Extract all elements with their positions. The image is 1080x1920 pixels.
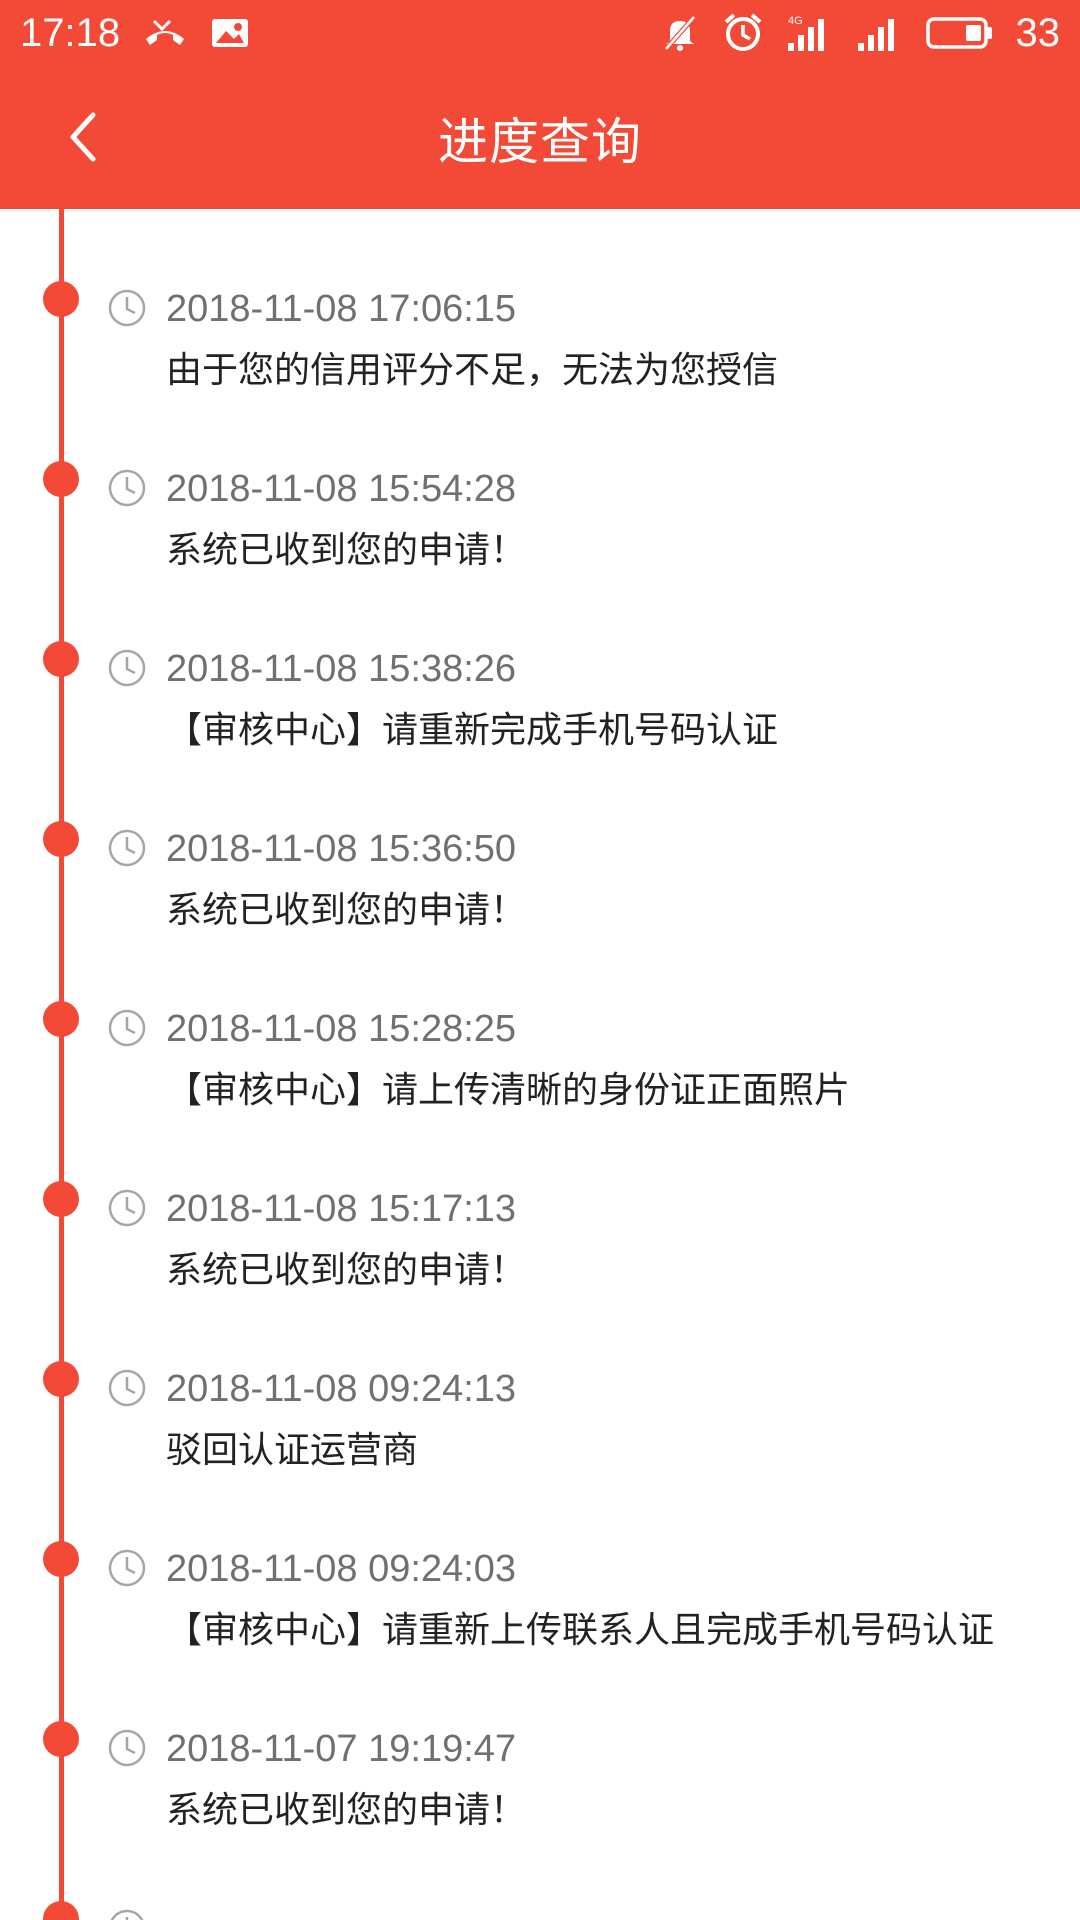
clock-icon [108, 469, 146, 507]
clock-icon [108, 1189, 146, 1227]
image-notification-icon [210, 17, 250, 49]
app-bar: 进度查询 [0, 66, 1080, 209]
timeline-entry: 2018-11-08 17:06:15 由于您的信用评分不足，无法为您授信 [0, 209, 1080, 391]
clock-icon [108, 1729, 146, 1767]
status-bar: 17:18 4G 33 [0, 0, 1080, 66]
entry-timestamp: 2018-11-07 19:19:47 [166, 1728, 517, 1770]
clock-icon [108, 1549, 146, 1587]
progress-timeline: 2018-11-08 17:06:15 由于您的信用评分不足，无法为您授信 20… [0, 209, 1080, 1920]
entry-message: 由于您的信用评分不足，无法为您授信 [166, 350, 779, 391]
timeline-dot [43, 1721, 79, 1757]
timeline-entry: 2018-11-07 19:19:47 系统已收到您的申请！ [0, 1649, 1080, 1831]
entry-timestamp: 2018-11-08 09:24:13 [166, 1368, 517, 1410]
timeline-dot [43, 461, 79, 497]
timeline-dot [43, 1361, 79, 1397]
entry-message: 【审核中心】请重新完成手机号码认证 [166, 710, 779, 751]
entry-timestamp: 2018-11-08 15:36:50 [166, 828, 517, 870]
timeline-entry: 2018-11-08 15:17:13 系统已收到您的申请！ [0, 1109, 1080, 1291]
entry-message: 【审核中心】请上传清晰的身份证正面照片 [166, 1070, 851, 1111]
timeline-entry: 2018-11-08 15:28:25 【审核中心】请上传清晰的身份证正面照片 [0, 929, 1080, 1111]
clock-icon [108, 829, 146, 867]
mute-icon [660, 13, 700, 53]
entry-timestamp: 2018-11-08 15:28:25 [166, 1008, 517, 1050]
timeline-entry: 2018-11-08 09:24:03 【审核中心】请重新上传联系人且完成手机号… [0, 1469, 1080, 1651]
entry-timestamp: 2018-11-08 15:17:13 [166, 1188, 517, 1230]
missed-call-icon [142, 17, 188, 49]
timeline-entry: 2018-11-08 15:38:26 【审核中心】请重新完成手机号码认证 [0, 569, 1080, 751]
clock-icon [108, 649, 146, 687]
entry-timestamp: 2018-11-08 15:38:26 [166, 648, 517, 690]
clock-icon [110, 1909, 144, 1920]
status-time: 17:18 [20, 10, 121, 55]
battery-icon [925, 15, 994, 51]
entry-timestamp: 2018-11-08 15:54:28 [166, 468, 517, 510]
clock-icon [108, 1009, 146, 1047]
signal-4g-icon: 4G [786, 13, 834, 53]
entry-timestamp: 2018-11-08 09:24:03 [166, 1548, 517, 1590]
timeline-dot [43, 641, 79, 677]
entry-message: 驳回认证运营商 [166, 1430, 419, 1471]
timeline-dot [43, 821, 79, 857]
timeline-dot [43, 281, 79, 317]
alarm-icon [722, 12, 764, 54]
timeline-entry: 2018-11-08 09:24:13 驳回认证运营商 [0, 1289, 1080, 1471]
timeline-dot [43, 1001, 79, 1037]
timeline-dot [43, 1181, 79, 1217]
timeline-dot [43, 1901, 79, 1920]
entry-message: 【审核中心】请重新上传联系人且完成手机号码认证 [166, 1610, 995, 1651]
page-title: 进度查询 [438, 112, 642, 171]
entry-message: 系统已收到您的申请！ [166, 530, 527, 571]
timeline-entry-partial [0, 1829, 1080, 1920]
entry-message: 系统已收到您的申请！ [166, 890, 527, 931]
svg-text:4G: 4G [788, 15, 803, 27]
timeline-entry: 2018-11-08 15:54:28 系统已收到您的申请！ [0, 389, 1080, 571]
entry-timestamp: 2018-11-08 17:06:15 [166, 288, 517, 330]
clock-icon [108, 1369, 146, 1407]
entry-message: 系统已收到您的申请！ [166, 1250, 527, 1291]
timeline-dot [43, 1541, 79, 1577]
timeline-entry: 2018-11-08 15:36:50 系统已收到您的申请！ [0, 749, 1080, 931]
signal-icon [856, 13, 904, 53]
clock-icon [108, 289, 146, 327]
entry-message: 系统已收到您的申请！ [166, 1790, 527, 1831]
battery-level: 33 [1015, 10, 1061, 55]
